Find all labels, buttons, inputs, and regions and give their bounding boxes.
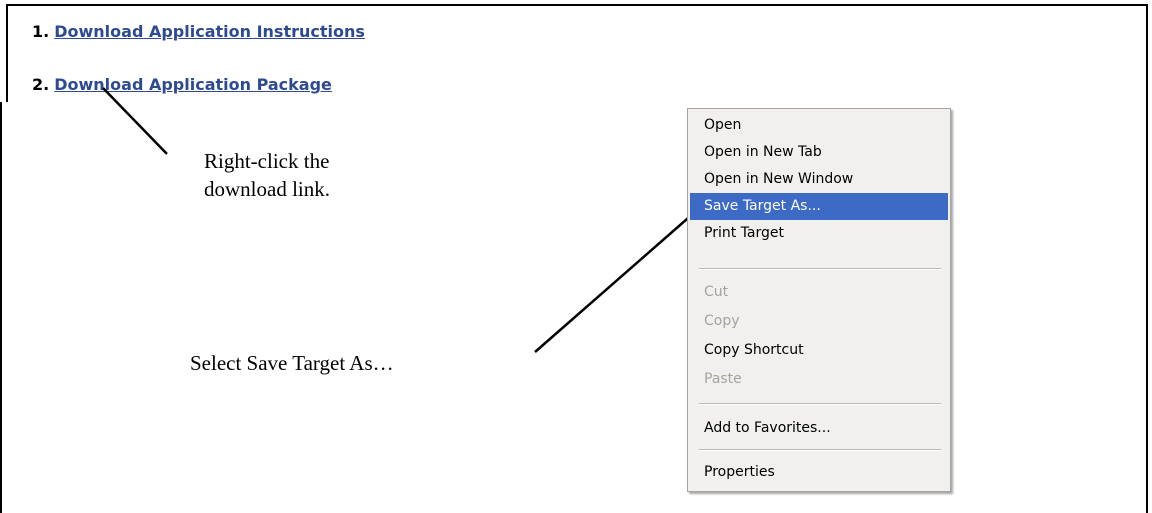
annotation-select-save: Select Save Target As… xyxy=(190,351,394,375)
menu-item-cut[interactable]: Cut xyxy=(690,279,948,306)
menu-item-properties[interactable]: Properties xyxy=(690,459,948,486)
annotation-leader-lines xyxy=(102,87,696,353)
menu-item-copy[interactable]: Copy xyxy=(690,308,948,335)
annotation-right-click: Right-click the download link. xyxy=(204,149,330,201)
menu-separator xyxy=(699,268,941,270)
leader-line-menu xyxy=(534,211,696,353)
menu-item-open-new-window[interactable]: Open in New Window xyxy=(690,166,948,193)
menu-item-print-target[interactable]: Print Target xyxy=(690,220,948,247)
menu-separator xyxy=(699,449,941,451)
leader-line-link xyxy=(102,87,168,155)
menu-item-save-target-as[interactable]: Save Target As... xyxy=(690,193,948,220)
context-menu: Open Open in New Tab Open in New Window … xyxy=(687,108,951,492)
menu-item-open-new-tab[interactable]: Open in New Tab xyxy=(690,139,948,166)
menu-item-paste[interactable]: Paste xyxy=(690,366,948,393)
menu-item-add-to-favorites[interactable]: Add to Favorites... xyxy=(690,415,948,442)
menu-item-copy-shortcut[interactable]: Copy Shortcut xyxy=(690,337,948,364)
menu-separator xyxy=(699,403,941,405)
menu-item-open[interactable]: Open xyxy=(690,112,948,139)
